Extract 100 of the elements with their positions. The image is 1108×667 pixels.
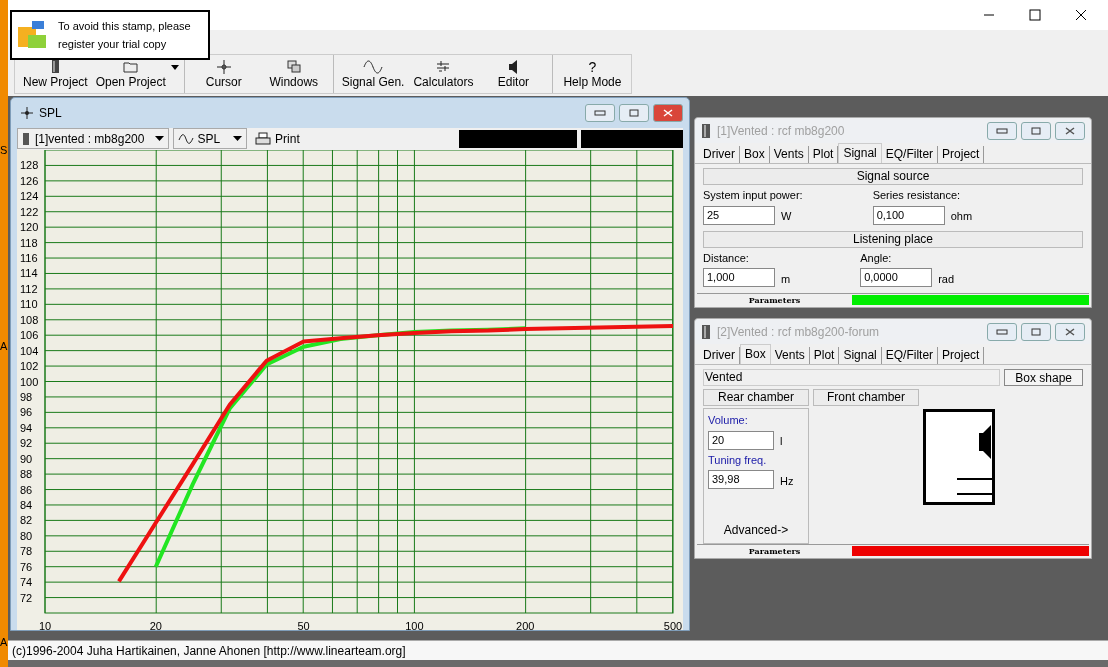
advanced-link[interactable]: Advanced->: [708, 521, 804, 539]
tab[interactable]: Signal: [838, 143, 882, 163]
crosshair-icon: [215, 59, 232, 75]
field-label: Angle:: [860, 250, 893, 266]
sine-wave-icon: [363, 59, 384, 75]
y-tick-label: 120: [20, 220, 39, 233]
y-tick-label: 80: [20, 529, 33, 542]
y-tick-label: 86: [20, 483, 33, 496]
y-tick-label: 114: [20, 267, 38, 280]
book-icon: [701, 324, 711, 339]
box-type-field: Vented: [703, 369, 1001, 386]
y-tick-label: 126: [20, 174, 39, 187]
unit-label: W: [781, 209, 792, 224]
tab[interactable]: EQ/Filter: [881, 347, 939, 364]
tab[interactable]: Driver: [699, 146, 740, 163]
calculator-icon: [435, 59, 452, 75]
parameters-label: Parameters: [747, 294, 802, 305]
tab[interactable]: Vents: [770, 347, 810, 364]
toolbar-button[interactable]: ? Help Mode: [557, 55, 628, 93]
windows-icon: [285, 59, 302, 75]
input-field[interactable]: 0,0000: [860, 268, 933, 287]
toolbar-button[interactable]: Open Project: [91, 55, 170, 93]
y-tick-label: 122: [20, 205, 39, 218]
y-tick-label: 102: [20, 359, 39, 372]
input-field[interactable]: 0,100: [872, 205, 945, 225]
toolbar-button[interactable]: Editor: [478, 55, 549, 93]
restore-icon: [629, 108, 639, 117]
tab[interactable]: EQ/Filter: [881, 146, 939, 163]
app-logo-icon: [16, 19, 48, 51]
minimize-button[interactable]: [987, 322, 1017, 341]
restore-button[interactable]: [1021, 322, 1051, 341]
close-button[interactable]: [653, 103, 683, 122]
minimize-icon: [996, 328, 1008, 335]
stamp-text: register your trial copy: [58, 37, 168, 52]
minimize-icon: [594, 109, 606, 116]
unit-label: l: [780, 434, 783, 449]
window-title: [2]Vented : rcf mb8g200-forum: [717, 323, 881, 341]
crosshair-icon: [21, 106, 33, 119]
field-label: Volume:: [708, 413, 749, 428]
minimize-button[interactable]: [585, 103, 615, 122]
desktop-letter: S: [0, 144, 8, 156]
desktop-letter: A: [0, 340, 8, 352]
desktop-letter: A: [0, 636, 8, 648]
toolbar-button[interactable]: Calculators: [408, 55, 479, 93]
tab[interactable]: Project: [938, 347, 985, 364]
y-tick-label: 78: [20, 544, 33, 557]
chamber-button[interactable]: Rear chamber: [703, 389, 809, 406]
dropdown-arrow-icon[interactable]: [169, 65, 180, 71]
minimize-button[interactable]: [987, 121, 1017, 140]
y-tick-label: 94: [20, 421, 33, 434]
unit-label: ohm: [950, 209, 973, 224]
y-tick-label: 112: [20, 282, 38, 295]
parameters-label: Parameters: [747, 545, 802, 556]
caret-icon: [233, 136, 243, 142]
x-tick-label: 200: [516, 619, 535, 630]
tab[interactable]: Signal: [839, 347, 882, 364]
input-field[interactable]: 39,98: [708, 470, 774, 489]
x-tick-label: 10: [38, 619, 52, 630]
minimize-icon: [996, 127, 1008, 134]
y-tick-label: 108: [20, 313, 39, 326]
toolbar-button[interactable]: Signal Gen.: [337, 55, 409, 93]
restore-icon: [1031, 327, 1041, 336]
field-label: Tuning freq.: [708, 452, 768, 468]
field-label: Distance:: [703, 250, 750, 266]
restore-button[interactable]: [619, 103, 649, 122]
question-icon: ?: [588, 59, 597, 75]
close-icon: [1065, 126, 1075, 135]
tab[interactable]: Box: [740, 146, 770, 163]
input-field[interactable]: 25: [703, 205, 775, 225]
y-tick-label: 82: [20, 514, 33, 526]
project-dropdown[interactable]: [1]vented : mb8g200: [17, 128, 170, 150]
print-button[interactable]: Print: [251, 128, 304, 150]
y-tick-label: 110: [20, 297, 38, 310]
tab[interactable]: Vents: [769, 146, 809, 163]
box-shape-button[interactable]: Box shape: [1004, 369, 1083, 386]
toolbar-button[interactable]: Windows: [258, 55, 329, 93]
toolbar-button[interactable]: Cursor: [188, 55, 259, 93]
y-tick-label: 100: [20, 375, 39, 388]
y-tick-label: 96: [20, 406, 33, 418]
view-dropdown[interactable]: SPL: [173, 128, 248, 150]
field-label: Series resistance:: [872, 188, 962, 203]
y-tick-label: 72: [20, 591, 33, 604]
close-button[interactable]: [1055, 121, 1085, 140]
tab[interactable]: Box: [740, 344, 771, 364]
tab[interactable]: Project: [938, 146, 985, 163]
input-field[interactable]: 20: [708, 430, 774, 450]
close-button[interactable]: [1055, 322, 1085, 341]
window-title: SPL: [39, 104, 63, 122]
restore-icon: [1031, 126, 1041, 135]
y-tick-label: 118: [20, 236, 38, 249]
maximize-icon[interactable]: [1026, 9, 1044, 21]
unit-label: m: [781, 271, 791, 287]
section-header: Listening place: [703, 230, 1083, 248]
y-tick-label: 74: [20, 575, 33, 588]
window-title: [1]Vented : rcf mb8g200: [717, 122, 846, 140]
chamber-button[interactable]: Front chamber: [813, 389, 919, 406]
input-field[interactable]: 1,000: [703, 268, 775, 287]
tab[interactable]: Plot: [809, 347, 840, 364]
y-tick-label: 128: [20, 159, 39, 172]
restore-button[interactable]: [1021, 121, 1051, 140]
